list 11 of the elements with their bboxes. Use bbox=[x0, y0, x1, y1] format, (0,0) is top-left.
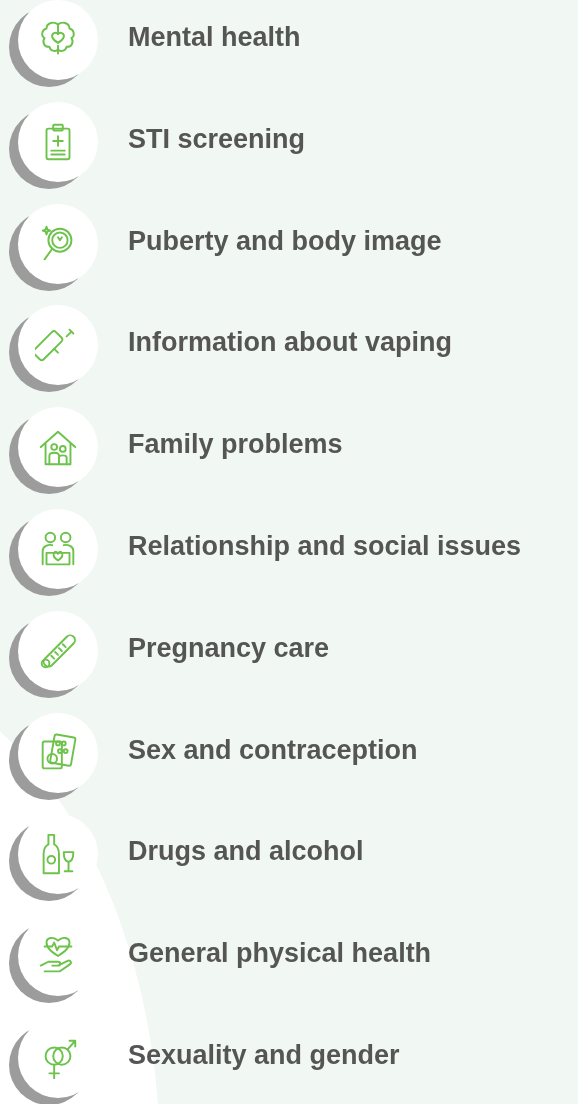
topic-label: Information about vaping bbox=[128, 327, 452, 359]
topic-label: Sex and contraception bbox=[128, 734, 418, 766]
topic-label: Family problems bbox=[128, 429, 343, 461]
topic-label: Sexuality and gender bbox=[128, 1039, 400, 1071]
topic-label: General physical health bbox=[128, 938, 432, 970]
topic-label: Pregnancy care bbox=[128, 632, 330, 664]
topic-label: Mental health bbox=[128, 22, 301, 53]
topic-label: STI screening bbox=[128, 123, 306, 155]
topic-label: Drugs and alcohol bbox=[128, 836, 364, 868]
topic-label: Relationship and social issues bbox=[128, 531, 522, 562]
topic-label: Puberty and body image bbox=[128, 225, 442, 257]
